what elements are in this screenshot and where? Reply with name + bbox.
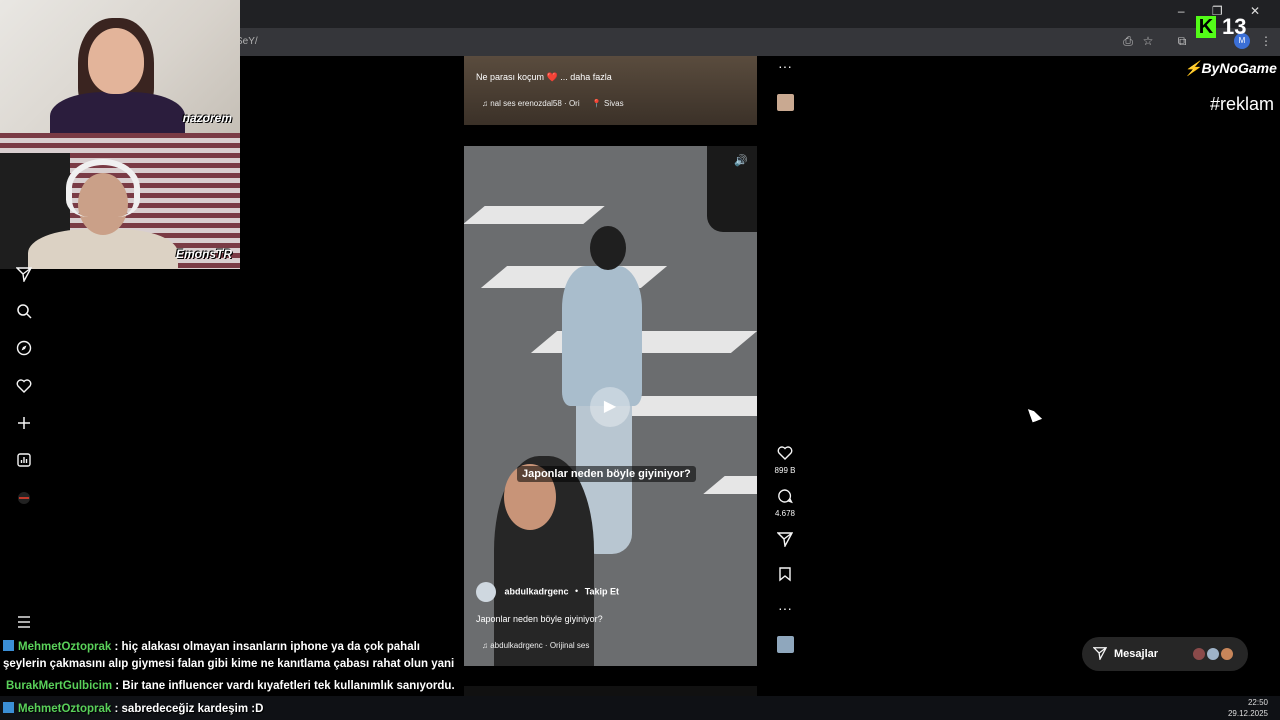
search-icon[interactable] [14, 303, 34, 323]
audio-thumbnail[interactable] [777, 94, 794, 111]
post2-caption[interactable]: Japonlar neden böyle giyiniyor? [476, 614, 603, 624]
post1-location[interactable]: 📍 Sivas [592, 99, 624, 108]
post1-caption[interactable]: Ne parası koçum ❤️ ... daha fazla [476, 72, 612, 83]
sponsor-name: ByNoGame [1201, 60, 1277, 76]
video-overlay-title: Japonlar neden böyle giyiniyor? [517, 466, 696, 482]
post2-audio[interactable]: ♫ abdulkadrgenc · Orijinal ses [482, 641, 589, 650]
comment-count: 4.678 [774, 509, 796, 518]
like-count: 899 B [774, 466, 796, 475]
message-avatar [1206, 647, 1220, 661]
comment-icon[interactable] [775, 488, 795, 507]
dashboard-icon[interactable] [14, 452, 34, 472]
audio-thumbnail[interactable] [777, 636, 794, 653]
chat-message: BurakMertGulbicim : Bir tane influencer … [6, 680, 455, 692]
send-icon[interactable] [14, 266, 34, 286]
like-icon[interactable] [775, 445, 795, 464]
post1-meta: ♫ nal ses erenozdal58 · Ori 📍 Sivas [482, 99, 624, 108]
post-author[interactable]: abdulkadrgenc • Takip Et [476, 582, 619, 602]
viewer-count: 13 [1222, 14, 1247, 39]
chat-text: şeylerin çakmasını alıp giymesi falan gi… [3, 658, 455, 670]
explore-icon[interactable] [14, 340, 34, 360]
clock-date: 29.12.2025 [1227, 709, 1268, 718]
profile-icon[interactable] [14, 490, 34, 510]
chat-badge-icon [3, 702, 14, 713]
chat-username: MehmetOztoprak [18, 703, 112, 715]
play-icon[interactable]: ▶ [590, 387, 630, 427]
follow-button[interactable]: Takip Et [585, 586, 619, 596]
webcam-male-streamer: EmonsTR [0, 133, 240, 269]
chat-message: MehmetOztoprak : sabredeceğiz kardeşim :… [3, 702, 263, 715]
install-app-icon[interactable]: ⎙ [1120, 33, 1136, 49]
author-username[interactable]: abdulkadrgenc [505, 586, 569, 596]
chat-text: : hiç alakası olmayan insanların iphone … [114, 641, 421, 653]
chat-badge-icon [3, 640, 14, 651]
send-icon [1092, 646, 1108, 663]
bookmark-star-icon[interactable]: ☆ [1140, 33, 1156, 49]
webcam-female-streamer: nazorem [0, 0, 240, 133]
more-options-icon[interactable]: ··· [775, 58, 795, 74]
messages-label: Mesajlar [1114, 648, 1159, 660]
message-avatar [1192, 647, 1206, 661]
more-options-icon[interactable]: ··· [775, 600, 795, 616]
create-icon[interactable] [14, 415, 34, 435]
extensions-icon[interactable]: ⧉ [1174, 33, 1190, 49]
reel-post-previous[interactable] [464, 56, 757, 125]
cam2-name-tag: EmonsTR [175, 247, 232, 261]
chat-text: : sabredeceğiz kardeşim :D [114, 703, 264, 715]
mouse-cursor-icon [1027, 405, 1043, 423]
clock-time: 22:50 [1247, 698, 1268, 707]
ad-hashtag: #reklam [1210, 94, 1275, 114]
author-avatar[interactable] [476, 582, 496, 602]
chat-text: : Bir tane influencer vardı kıyafetleri … [115, 680, 455, 692]
sponsor-logo: ⚡ByNoGame [1184, 60, 1277, 76]
chat-message: şeylerin çakmasını alıp giymesi falan gi… [3, 658, 454, 670]
message-avatar [1220, 647, 1234, 661]
browser-menu-icon[interactable]: ⋮ [1258, 33, 1274, 49]
volume-icon[interactable]: 🔊 [734, 154, 748, 167]
cam1-name-tag: nazorem [182, 111, 232, 125]
chat-username: MehmetOztoprak [18, 641, 112, 653]
menu-icon[interactable] [14, 614, 34, 634]
reel-post-next[interactable] [464, 686, 757, 696]
taskbar-clock[interactable]: 22:50 29.12.2025 [1228, 697, 1268, 719]
heart-icon[interactable] [14, 378, 34, 398]
chat-message: MehmetOztoprak : hiç alakası olmayan ins… [3, 640, 420, 653]
post1-audio[interactable]: ♫ nal ses erenozdal58 · Ori [482, 99, 580, 108]
chat-username: BurakMertGulbicim [6, 680, 113, 692]
share-icon[interactable] [775, 531, 795, 550]
save-icon[interactable] [775, 566, 795, 585]
kick-logo-icon: K [1196, 16, 1216, 38]
